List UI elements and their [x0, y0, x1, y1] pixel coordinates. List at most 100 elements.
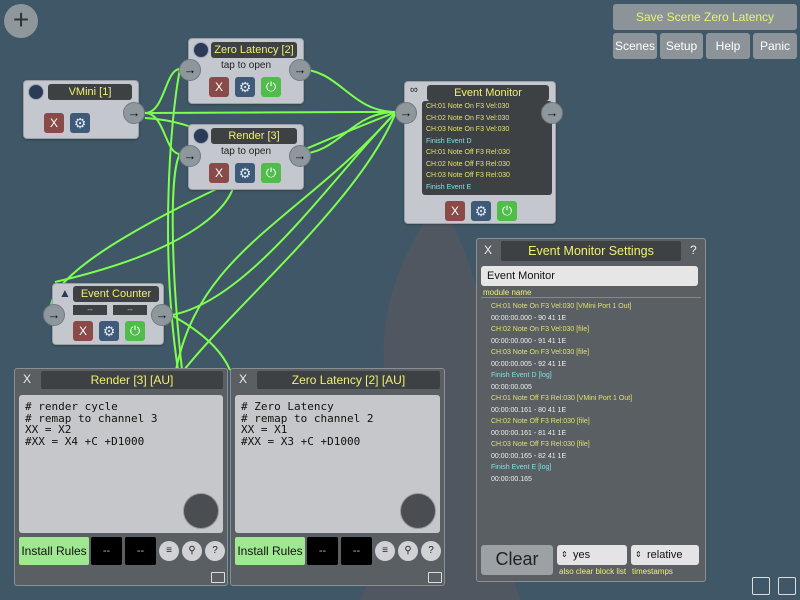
setup-button[interactable]: Setup	[660, 33, 703, 59]
render-hint: tap to open	[220, 146, 272, 157]
event-monitor-power-button[interactable]: ⏻	[497, 201, 517, 221]
event-counter-settings-button[interactable]: ⚙	[99, 321, 119, 341]
render-field-1: --	[91, 537, 122, 565]
zero-latency-hint: tap to open	[220, 60, 272, 71]
divider	[481, 297, 701, 298]
settings-log-event: CH:01 Note Off F3 Rel:030 [VMini Port 1 …	[491, 395, 633, 402]
save-scene-button[interactable]: Save Scene Zero Latency	[613, 4, 797, 30]
scenes-button[interactable]: Scenes	[613, 33, 657, 59]
render-title: Render [3]	[211, 128, 297, 144]
event-monitor-log-line: CH:01 Note Off F3 Rel:030	[426, 149, 510, 156]
render-au-close-button[interactable]: X	[23, 372, 31, 386]
event-monitor-node[interactable]: ∞ Event Monitor CH:01 Note On F3 Vel:030…	[404, 81, 556, 224]
event-counter-field-1: --	[73, 305, 107, 315]
render-field-2: --	[125, 537, 156, 565]
collapse-icon[interactable]	[428, 572, 442, 583]
settings-log-timestamp: 00:00:00.000 - 90 41 1E	[491, 314, 567, 322]
keyboard-icon	[28, 84, 44, 100]
collapse-icon[interactable]	[211, 572, 225, 583]
also-clear-value: yes	[573, 549, 591, 561]
settings-log-timestamp: 00:00:00.161 - 80 41 1E	[491, 406, 567, 414]
vmini-output-port[interactable]: →	[123, 102, 145, 124]
event-monitor-log-line: CH:02 Note Off F3 Rel:030	[426, 160, 510, 168]
render-settings-button[interactable]: ⚙	[235, 163, 255, 183]
event-counter-input-port[interactable]: →	[43, 304, 65, 326]
clear-button[interactable]: Clear	[481, 545, 553, 575]
help-icon[interactable]: ?	[421, 541, 441, 561]
fullscreen-icon[interactable]	[778, 577, 796, 595]
zero-latency-close-button[interactable]: X	[209, 77, 229, 97]
event-monitor-log-line: CH:01 Note On F3 Vel:030	[426, 103, 510, 110]
event-counter-close-button[interactable]: X	[73, 321, 93, 341]
settings-close-button[interactable]: X	[484, 243, 492, 257]
zoom-icon[interactable]: ⚲	[398, 541, 418, 561]
settings-log-timestamp: 00:00:00.165 - 82 41 1E	[491, 452, 567, 460]
panic-button[interactable]: Panic	[753, 33, 797, 59]
also-clear-caption: also clear block list	[559, 567, 627, 576]
event-monitor-log-line: CH:03 Note On F3 Vel:030	[426, 126, 510, 133]
vmini-settings-button[interactable]: ⚙	[70, 113, 90, 133]
render-dial[interactable]	[183, 493, 219, 529]
zero-latency-power-button[interactable]: ⏻	[261, 77, 281, 97]
settings-log-event: CH:02 Note Off F3 Rel:030 [file]	[491, 418, 590, 425]
settings-log-timestamp: 00:00:00.005	[491, 383, 532, 391]
render-power-button[interactable]: ⏻	[261, 163, 281, 183]
settings-log-timestamp: 00:00:00.165	[491, 475, 532, 483]
add-module-button[interactable]: +	[4, 4, 38, 38]
vmini-node[interactable]: VMini [1] X ⚙	[23, 80, 139, 139]
zero-latency-output-port[interactable]: →	[289, 59, 311, 81]
zero-latency-title: Zero Latency [2]	[211, 42, 297, 58]
zero-latency-au-close-button[interactable]: X	[239, 372, 247, 386]
help-icon[interactable]: ?	[205, 541, 225, 561]
settings-log-event: CH:03 Note Off F3 Rel:030 [file]	[491, 441, 590, 448]
event-monitor-input-port[interactable]: →	[395, 102, 417, 124]
event-monitor-log-line: CH:02 Note On F3 Vel:030	[426, 114, 510, 122]
event-counter-power-button[interactable]: ⏻	[125, 321, 145, 341]
render-output-port[interactable]: →	[289, 145, 311, 167]
shark-icon: ▲	[59, 286, 71, 300]
event-counter-title: Event Counter	[73, 286, 159, 302]
vmini-title: VMini [1]	[48, 84, 132, 100]
settings-event-log: CH:01 Note On F3 Vel:030 [VMini Port 1 O…	[477, 301, 705, 541]
settings-log-timestamp: 00:00:00.000 - 91 41 1E	[491, 337, 567, 345]
timestamps-toggle[interactable]: ⇕ relative	[631, 545, 699, 565]
zero-latency-input-port[interactable]: →	[179, 59, 201, 81]
render-input-port[interactable]: →	[179, 145, 201, 167]
event-monitor-log-line: Finish Event E	[426, 183, 472, 191]
vmini-close-button[interactable]: X	[44, 113, 64, 133]
help-button[interactable]: Help	[706, 33, 750, 59]
render-install-rules-button[interactable]: Install Rules	[19, 537, 89, 565]
zero-latency-settings-button[interactable]: ⚙	[235, 77, 255, 97]
event-monitor-output-port[interactable]: →	[541, 102, 563, 124]
settings-title: Event Monitor Settings	[501, 241, 681, 261]
zero-latency-field-1: --	[307, 537, 338, 565]
zero-latency-dial[interactable]	[400, 493, 436, 529]
render-au-panel: X Render [3] [AU] # render cycle # remap…	[14, 368, 228, 586]
midi-icon	[193, 42, 209, 58]
event-counter-node[interactable]: ▲ Event Counter -- -- X ⚙ ⏻	[52, 283, 164, 345]
zero-latency-au-title: Zero Latency [2] [AU]	[257, 371, 440, 389]
event-monitor-log-line: Finish Event D	[426, 137, 472, 145]
module-name-caption: module name	[483, 288, 532, 297]
event-monitor-log: CH:01 Note On F3 Vel:030 CH:02 Note On F3…	[422, 101, 552, 195]
list-icon[interactable]: ≡	[159, 541, 179, 561]
settings-log-event: CH:01 Note On F3 Vel:030 [VMini Port 1 O…	[491, 303, 632, 310]
zero-latency-install-rules-button[interactable]: Install Rules	[235, 537, 305, 565]
zoom-icon[interactable]: ⚲	[182, 541, 202, 561]
settings-log-event: Finish Event E [log]	[491, 464, 552, 471]
render-node[interactable]: Render [3] tap to open X ⚙ ⏻	[188, 124, 304, 190]
event-monitor-close-button[interactable]: X	[445, 201, 465, 221]
event-monitor-settings-button[interactable]: ⚙	[471, 201, 491, 221]
eye-icon: ∞	[410, 84, 418, 96]
also-clear-toggle[interactable]: ⇕ yes	[557, 545, 627, 565]
zero-latency-node[interactable]: Zero Latency [2] tap to open X ⚙ ⏻	[188, 38, 304, 104]
list-icon[interactable]: ≡	[375, 541, 395, 561]
fit-view-icon[interactable]	[752, 577, 770, 595]
render-close-button[interactable]: X	[209, 163, 229, 183]
module-name-field[interactable]: Event Monitor	[481, 266, 698, 286]
event-counter-output-port[interactable]: →	[151, 304, 173, 326]
zero-latency-au-panel: X Zero Latency [2] [AU] # Zero Latency #…	[230, 368, 445, 586]
settings-help-button[interactable]: ?	[690, 243, 697, 257]
event-counter-field-2: --	[113, 305, 147, 315]
settings-log-timestamp: 00:00:00.005 - 92 41 1E	[491, 360, 567, 368]
